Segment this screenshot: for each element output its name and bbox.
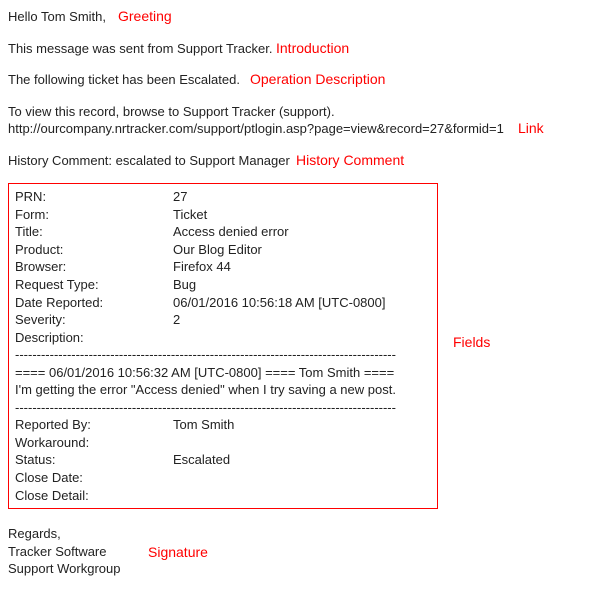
annotation-link: Link: [518, 119, 544, 138]
field-row: Severity:2: [15, 311, 431, 329]
field-label: Request Type:: [15, 276, 173, 294]
field-label: Form:: [15, 206, 173, 224]
field-label: Close Detail:: [15, 487, 173, 505]
field-value: Bug: [173, 276, 431, 294]
field-row: Workaround:: [15, 434, 431, 452]
field-row: Description:: [15, 329, 431, 347]
introduction-row: This message was sent from Support Track…: [8, 40, 597, 58]
field-label: Description:: [15, 329, 173, 347]
greeting-row: Hello Tom Smith, Greeting: [8, 8, 597, 26]
greeting-text: Hello Tom Smith,: [8, 9, 106, 24]
field-value: Ticket: [173, 206, 431, 224]
signature-line3: Support Workgroup: [8, 560, 597, 578]
field-label: Close Date:: [15, 469, 173, 487]
field-label: Browser:: [15, 258, 173, 276]
annotation-introduction: Introduction: [276, 39, 349, 58]
field-value: [173, 434, 431, 452]
link-row: To view this record, browse to Support T…: [8, 103, 597, 138]
field-value: Access denied error: [173, 223, 431, 241]
operation-text: The following ticket has been Escalated.: [8, 72, 240, 87]
field-value: [173, 469, 431, 487]
history-label: History Comment:: [8, 153, 112, 168]
field-label: Workaround:: [15, 434, 173, 452]
field-value: 2: [173, 311, 431, 329]
field-row: Close Detail:: [15, 487, 431, 505]
field-row: Close Date:: [15, 469, 431, 487]
field-label: PRN:: [15, 188, 173, 206]
field-label: Severity:: [15, 311, 173, 329]
history-text: escalated to Support Manager: [116, 153, 290, 168]
field-value: Escalated: [173, 451, 431, 469]
annotation-fields: Fields: [453, 333, 490, 352]
divider-bottom: ----------------------------------------…: [15, 399, 431, 417]
field-row: Request Type:Bug: [15, 276, 431, 294]
field-label: Product:: [15, 241, 173, 259]
field-row: Date Reported:06/01/2016 10:56:18 AM [UT…: [15, 294, 431, 312]
field-row: Status:Escalated: [15, 451, 431, 469]
field-value: Tom Smith: [173, 416, 431, 434]
field-value: [173, 329, 431, 347]
link-instruction: To view this record, browse to Support T…: [8, 103, 597, 121]
annotation-greeting: Greeting: [118, 7, 172, 26]
desc-header: ==== 06/01/2016 10:56:32 AM [UTC-0800] =…: [15, 364, 431, 382]
field-row: PRN:27: [15, 188, 431, 206]
signature-line1: Regards,: [8, 525, 597, 543]
desc-body: I'm getting the error "Access denied" wh…: [15, 381, 431, 399]
field-value: Firefox 44: [173, 258, 431, 276]
field-value: Our Blog Editor: [173, 241, 431, 259]
field-row: Product:Our Blog Editor: [15, 241, 431, 259]
field-label: Status:: [15, 451, 173, 469]
annotation-history: History Comment: [296, 151, 404, 170]
introduction-text: This message was sent from Support Track…: [8, 41, 272, 56]
signature-block: Regards, Tracker Software Support Workgr…: [8, 525, 597, 578]
signature-line2: Tracker Software: [8, 543, 597, 561]
field-label: Title:: [15, 223, 173, 241]
field-row: Title:Access denied error: [15, 223, 431, 241]
fields-wrap: PRN:27Form:TicketTitle:Access denied err…: [8, 183, 597, 509]
field-value: 06/01/2016 10:56:18 AM [UTC-0800]: [173, 294, 431, 312]
field-row: Form:Ticket: [15, 206, 431, 224]
annotation-signature: Signature: [148, 543, 208, 562]
field-row: Browser:Firefox 44: [15, 258, 431, 276]
field-value: [173, 487, 431, 505]
field-value: 27: [173, 188, 431, 206]
fields-box: PRN:27Form:TicketTitle:Access denied err…: [8, 183, 438, 509]
field-label: Reported By:: [15, 416, 173, 434]
divider-top: ----------------------------------------…: [15, 346, 431, 364]
annotation-operation: Operation Description: [250, 70, 385, 89]
operation-row: The following ticket has been Escalated.…: [8, 71, 597, 89]
field-row: Reported By:Tom Smith: [15, 416, 431, 434]
field-label: Date Reported:: [15, 294, 173, 312]
history-row: History Comment: escalated to Support Ma…: [8, 152, 597, 170]
link-url: http://ourcompany.nrtracker.com/support/…: [8, 121, 504, 136]
